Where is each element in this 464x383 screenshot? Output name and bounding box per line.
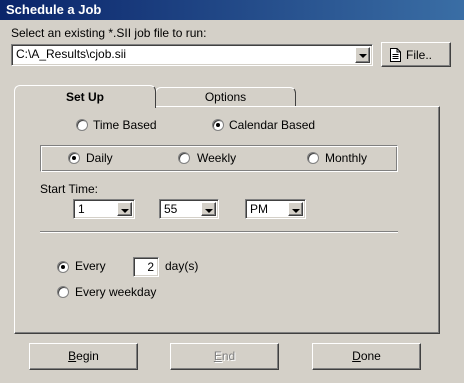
monthly-radio[interactable] (307, 152, 319, 164)
daily-radio[interactable] (68, 152, 80, 164)
tab-setup-label: Set Up (65, 90, 104, 104)
every-label: Every (75, 259, 106, 273)
done-button[interactable]: Done (312, 343, 421, 370)
monthly-label: Monthly (325, 151, 368, 165)
minute-dropdown-button[interactable] (201, 202, 216, 216)
tab-options[interactable]: Options (155, 87, 296, 106)
end-label: nd (221, 349, 236, 363)
weekly-label: Weekly (197, 151, 237, 165)
every-weekday-label: Every weekday (75, 285, 157, 299)
time-based-radio[interactable] (76, 119, 88, 131)
hour-select[interactable]: 1 (73, 199, 135, 219)
every-weekday-radio[interactable] (57, 286, 69, 298)
done-mnemonic: D (352, 349, 361, 363)
calendar-based-label: Calendar Based (229, 118, 316, 132)
start-time-label: Start Time: (40, 182, 99, 196)
job-path-dropdown-button[interactable] (355, 47, 370, 63)
document-icon (390, 48, 401, 62)
file-button-label: File.. (406, 48, 433, 62)
job-path-value: C:\A_Results\cjob.sii (16, 47, 127, 61)
begin-button[interactable]: Begin (29, 343, 138, 370)
weekly-radio[interactable] (178, 152, 190, 164)
minute-select[interactable]: 55 (159, 199, 219, 219)
every-days-input[interactable]: 2 (133, 257, 159, 277)
ampm-value: PM (250, 202, 268, 216)
file-button[interactable]: File.. (381, 42, 451, 67)
every-days-value: 2 (147, 260, 154, 274)
ampm-dropdown-button[interactable] (288, 202, 303, 216)
done-label: one (360, 349, 381, 363)
days-unit-label: day(s) (165, 259, 199, 273)
begin-label: egin (76, 349, 99, 363)
tab-options-label: Options (204, 90, 247, 104)
end-button[interactable]: End (170, 343, 279, 370)
hour-value: 1 (78, 202, 85, 216)
job-path-combo[interactable]: C:\A_Results\cjob.sii (11, 44, 373, 66)
separator (40, 231, 398, 233)
begin-mnemonic: B (68, 349, 77, 363)
job-file-prompt: Select an existing *.SII job file to run… (11, 26, 207, 40)
setup-tab-panel (14, 106, 440, 334)
daily-label: Daily (86, 151, 113, 165)
ampm-select[interactable]: PM (245, 199, 306, 219)
calendar-based-radio[interactable] (212, 119, 224, 131)
end-mnemonic: E (213, 349, 222, 363)
window-title: Schedule a Job (0, 0, 464, 20)
time-based-label: Time Based (93, 118, 157, 132)
every-radio[interactable] (57, 261, 69, 273)
tab-setup[interactable]: Set Up (14, 85, 156, 108)
minute-value: 55 (164, 202, 178, 216)
hour-dropdown-button[interactable] (117, 202, 132, 216)
